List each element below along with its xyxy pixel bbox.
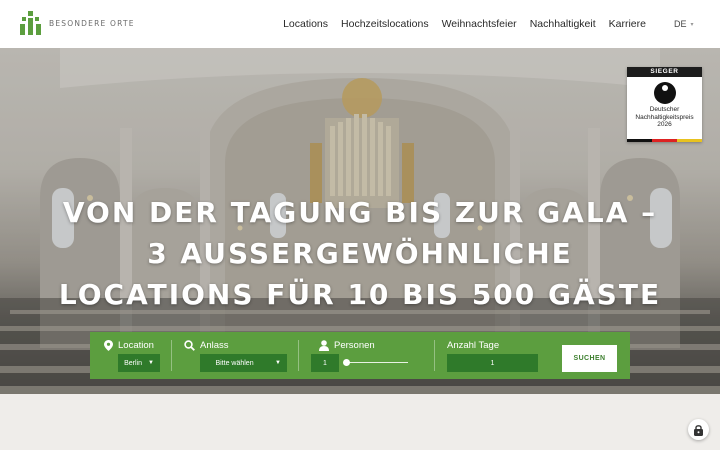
location-value: Berlin bbox=[124, 359, 142, 367]
search-icon bbox=[184, 340, 195, 351]
badge-year: 2026 bbox=[657, 121, 672, 128]
nav-locations[interactable]: Locations bbox=[283, 18, 328, 30]
privacy-settings-button[interactable] bbox=[688, 419, 709, 440]
hero-headline: VON DER TAGUNG BIS ZUR GALA – 3 AUSSERGE… bbox=[40, 192, 680, 315]
award-badge[interactable]: SIEGER Deutscher Nachhaltigkeitspreis 20… bbox=[627, 67, 702, 142]
headline-line-1: VON DER TAGUNG BIS ZUR GALA – bbox=[62, 196, 658, 229]
logo[interactable]: BESONDERE ORTE bbox=[20, 11, 135, 35]
search-bar: Location Berlin ▼ Anlass Bitte wählen ▼ … bbox=[90, 332, 630, 379]
chevron-down-icon: ▼ bbox=[147, 360, 154, 366]
personen-label: Personen bbox=[334, 340, 375, 351]
tage-label-wrap: Anzahl Tage bbox=[447, 340, 499, 351]
chevron-down-icon: ▾ bbox=[690, 21, 694, 28]
personen-input[interactable]: 1 bbox=[311, 354, 339, 372]
nav-hochzeitslocations[interactable]: Hochzeitslocations bbox=[341, 18, 429, 30]
language-label: DE bbox=[674, 19, 687, 29]
divider bbox=[434, 340, 435, 371]
anlass-select[interactable]: Bitte wählen ▼ bbox=[200, 354, 287, 372]
location-label: Location bbox=[118, 340, 154, 351]
anlass-label: Anlass bbox=[200, 340, 229, 351]
headline-line-3: LOCATIONS FÜR 10 BIS 500 GÄSTE bbox=[58, 278, 662, 311]
nav-weihnachtsfeier[interactable]: Weihnachtsfeier bbox=[442, 18, 517, 30]
badge-text-line-1: Deutscher bbox=[649, 106, 680, 113]
person-icon bbox=[319, 340, 329, 351]
logo-icon bbox=[20, 11, 41, 35]
anlass-label-wrap: Anlass bbox=[184, 340, 229, 351]
award-seal-icon bbox=[653, 82, 676, 104]
search-button[interactable]: SUCHEN bbox=[562, 345, 617, 372]
personen-value: 1 bbox=[323, 359, 327, 367]
headline-line-2: 3 AUSSERGEWÖHNLICHE bbox=[147, 237, 573, 270]
lock-icon bbox=[694, 424, 703, 436]
divider bbox=[171, 340, 172, 371]
site-header: BESONDERE ORTE Locations Hochzeitslocati… bbox=[0, 0, 720, 48]
tage-label: Anzahl Tage bbox=[447, 340, 500, 351]
personen-slider-track[interactable] bbox=[346, 362, 408, 363]
divider bbox=[298, 340, 299, 371]
main-nav: Locations Hochzeitslocations Weihnachtsf… bbox=[283, 0, 646, 48]
badge-text-line-2: Nachhaltigkeitspreis bbox=[635, 113, 694, 121]
location-pin-icon bbox=[104, 340, 113, 351]
chevron-down-icon: ▼ bbox=[275, 360, 281, 366]
nav-karriere[interactable]: Karriere bbox=[609, 18, 646, 30]
personen-label-wrap: Personen bbox=[319, 340, 375, 351]
personen-slider-handle[interactable] bbox=[343, 358, 350, 366]
badge-label: SIEGER bbox=[627, 67, 702, 77]
logo-text: BESONDERE ORTE bbox=[49, 18, 135, 28]
tage-value: 1 bbox=[490, 359, 495, 367]
tage-input[interactable]: 1 bbox=[447, 354, 538, 372]
flag-stripe bbox=[627, 139, 702, 142]
location-select[interactable]: Berlin ▼ bbox=[118, 354, 160, 372]
language-switcher[interactable]: DE ▾ bbox=[674, 0, 694, 48]
anlass-value: Bitte wählen bbox=[215, 359, 254, 367]
nav-nachhaltigkeit[interactable]: Nachhaltigkeit bbox=[530, 18, 596, 30]
location-label-wrap: Location bbox=[104, 340, 154, 351]
